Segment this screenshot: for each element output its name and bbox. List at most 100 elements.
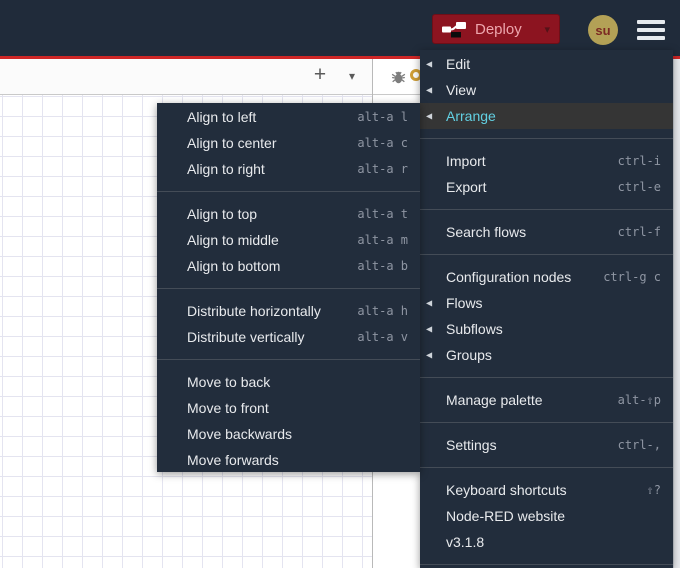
menu-divider [157, 288, 420, 289]
menu-item-shortcut: ⇧? [646, 483, 661, 497]
menu-item-align-to-bottom[interactable]: Align to bottom alt-a b [157, 253, 420, 279]
menu-item-shortcut: ctrl-, [617, 438, 661, 452]
menu-divider [420, 254, 673, 255]
submenu-arrow-icon: ◀ [426, 298, 433, 308]
menu-item-label: Align to bottom [187, 258, 281, 274]
menu-item-search-flows[interactable]: Search flows ctrl-f [420, 219, 673, 245]
menu-item-v3-1-8[interactable]: v3.1.8 [420, 529, 673, 555]
menu-item-label: v3.1.8 [446, 534, 485, 550]
menu-item-label: Move backwards [187, 426, 293, 442]
menu-item-label: Settings [446, 437, 497, 453]
menu-item-label: Align to center [187, 135, 277, 151]
menu-item-move-to-front[interactable]: Move to front [157, 395, 420, 421]
menu-item-view[interactable]: ◀ View [420, 77, 673, 103]
menu-divider [420, 377, 673, 378]
menu-item-edit[interactable]: ◀ Edit [420, 51, 673, 77]
user-avatar[interactable]: su [588, 15, 618, 45]
menu-item-label: Distribute vertically [187, 329, 305, 345]
menu-item-arrange[interactable]: ◀ Arrange [420, 103, 673, 129]
add-flow-button[interactable]: + [303, 61, 337, 91]
menu-item-align-to-left[interactable]: Align to left alt-a l [157, 104, 420, 130]
menu-item-label: Align to right [187, 161, 265, 177]
menu-item-shortcut: ctrl-g c [603, 270, 661, 284]
menu-item-keyboard-shortcuts[interactable]: Keyboard shortcuts ⇧? [420, 477, 673, 503]
menu-item-label: Flows [446, 295, 483, 311]
menu-item-flows[interactable]: ◀ Flows [420, 290, 673, 316]
menu-item-label: Arrange [446, 108, 496, 124]
menu-item-shortcut: alt-a h [357, 304, 408, 318]
submenu-arrow-icon: ◀ [426, 111, 433, 121]
node-red-editor: + ▾ Deploy ▾ su ◀ Edit ◀ View ◀ Arrange … [0, 0, 680, 568]
sidebar-scrollbar[interactable] [673, 59, 680, 568]
menu-divider [420, 209, 673, 210]
menu-item-shortcut: alt-a t [357, 207, 408, 221]
menu-item-move-forwards[interactable]: Move forwards [157, 447, 420, 473]
deploy-label: Deploy [475, 20, 522, 38]
arrange-submenu: Align to left alt-a l Align to center alt-a… [157, 103, 420, 472]
menu-item-label: Move to back [187, 374, 271, 390]
menu-item-import[interactable]: Import ctrl-i [420, 148, 673, 174]
menu-item-label: Subflows [446, 321, 503, 337]
menu-divider [157, 359, 420, 360]
menu-item-shortcut: alt-a l [357, 110, 408, 124]
menu-item-label: Align to top [187, 206, 258, 222]
menu-item-align-to-top[interactable]: Align to top alt-a t [157, 201, 420, 227]
menu-item-label: Move forwards [187, 452, 279, 468]
menu-item-subflows[interactable]: ◀ Subflows [420, 316, 673, 342]
menu-item-export[interactable]: Export ctrl-e [420, 174, 673, 200]
menu-item-settings[interactable]: Settings ctrl-, [420, 432, 673, 458]
menu-item-align-to-middle[interactable]: Align to middle alt-a m [157, 227, 420, 253]
menu-item-shortcut: ctrl-f [617, 225, 661, 239]
menu-item-label: View [446, 82, 477, 98]
menu-item-label: Groups [446, 347, 492, 363]
menu-item-label: Keyboard shortcuts [446, 482, 567, 498]
menu-item-label: Export [446, 179, 487, 195]
menu-item-label: Move to front [187, 400, 269, 416]
submenu-arrow-icon: ◀ [426, 59, 433, 69]
deploy-icon [442, 21, 466, 37]
hamburger-icon [637, 20, 665, 24]
menu-item-move-to-back[interactable]: Move to back [157, 369, 420, 395]
header-bar: Deploy ▾ su [0, 0, 680, 56]
menu-item-move-backwards[interactable]: Move backwards [157, 421, 420, 447]
submenu-arrow-icon: ◀ [426, 85, 433, 95]
menu-item-label: Import [446, 153, 486, 169]
debug-tab-icon[interactable] [386, 66, 410, 88]
menu-item-shortcut: alt-a r [357, 162, 408, 176]
menu-item-distribute-vertically[interactable]: Distribute vertically alt-a v [157, 324, 420, 350]
bug-icon [391, 71, 405, 83]
menu-item-shortcut: alt-⇧p [617, 393, 661, 407]
menu-item-label: Node-RED website [446, 508, 566, 524]
flow-list-button[interactable]: ▾ [339, 61, 365, 91]
submenu-arrow-icon: ◀ [426, 324, 433, 334]
menu-item-align-to-right[interactable]: Align to right alt-a r [157, 156, 420, 182]
menu-item-label: Edit [446, 56, 471, 72]
flow-tab-bar: + ▾ [0, 59, 372, 95]
menu-item-label: Distribute horizontally [187, 303, 321, 319]
menu-divider [420, 467, 673, 468]
deploy-button[interactable]: Deploy ▾ [432, 14, 560, 44]
menu-item-groups[interactable]: ◀ Groups [420, 342, 673, 368]
menu-item-shortcut: alt-a m [357, 233, 408, 247]
main-menu-button[interactable] [637, 20, 665, 40]
deploy-options-caret-icon[interactable]: ▾ [536, 23, 550, 36]
menu-item-configuration-nodes[interactable]: Configuration nodes ctrl-g c [420, 264, 673, 290]
submenu-arrow-icon: ◀ [426, 350, 433, 360]
menu-item-distribute-horizontally[interactable]: Distribute horizontally alt-a h [157, 298, 420, 324]
menu-item-label: Configuration nodes [446, 269, 572, 285]
menu-item-shortcut: ctrl-i [617, 154, 661, 168]
menu-item-label: Align to middle [187, 232, 279, 248]
menu-item-shortcut: alt-a v [357, 330, 408, 344]
menu-item-shortcut: alt-a b [357, 259, 408, 273]
menu-divider [420, 138, 673, 139]
menu-item-shortcut: alt-a c [357, 136, 408, 150]
menu-item-align-to-center[interactable]: Align to center alt-a c [157, 130, 420, 156]
menu-item-label: Search flows [446, 224, 527, 240]
main-menu: ◀ Edit ◀ View ◀ Arrange Import ctrl-i Export ctrl… [420, 50, 673, 568]
menu-divider [420, 422, 673, 423]
menu-item-manage-palette[interactable]: Manage palette alt-⇧p [420, 387, 673, 413]
menu-item-shortcut: ctrl-e [617, 180, 661, 194]
menu-divider [157, 191, 420, 192]
menu-item-label: Align to left [187, 109, 257, 125]
menu-item-node-red-website[interactable]: Node-RED website [420, 503, 673, 529]
